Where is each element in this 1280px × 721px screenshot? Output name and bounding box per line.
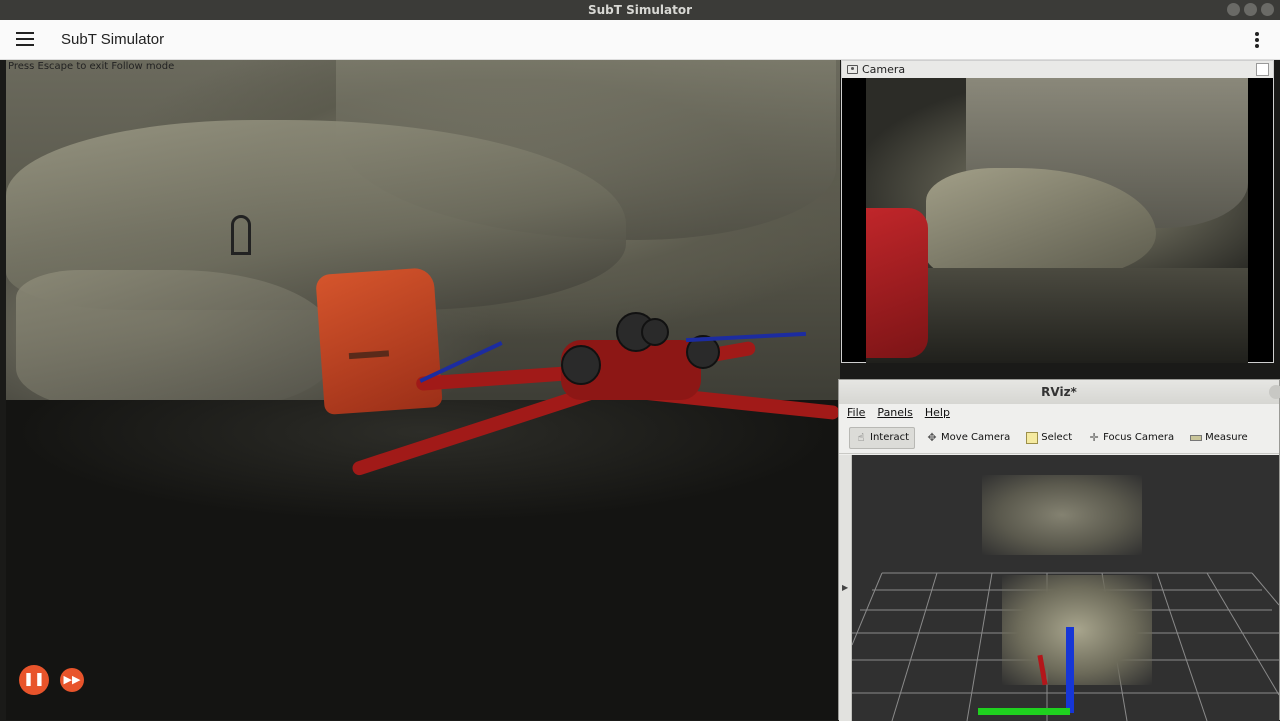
camera-panel-header: Camera [842, 61, 1273, 78]
point-cloud [1002, 575, 1152, 685]
backpack-handle [231, 215, 251, 255]
rviz-close-button[interactable] [1269, 385, 1280, 399]
close-button[interactable] [1261, 3, 1274, 16]
drone-rotor [561, 345, 601, 385]
menu-help[interactable]: Help [925, 404, 950, 422]
tool-measure[interactable]: Measure [1185, 428, 1253, 447]
camera-icon [847, 65, 858, 74]
tool-move-camera[interactable]: ✥ Move Camera [921, 428, 1015, 448]
cave-rock [16, 270, 336, 410]
drone-rotor [641, 318, 669, 346]
tool-interact[interactable]: ☝ Interact [849, 426, 916, 449]
app-title: SubT Simulator [61, 31, 165, 48]
drone-propeller [685, 331, 807, 343]
rviz-title: RViz* [1041, 385, 1077, 399]
app-bar: SubT Simulator [0, 20, 1280, 60]
pause-button[interactable]: ❚❚ [19, 665, 49, 695]
rviz-side-panel-toggle[interactable]: ▶ [839, 455, 852, 721]
tool-label: Interact [870, 432, 910, 443]
fast-forward-button[interactable]: ▶▶ [60, 668, 84, 692]
hand-icon: ☝ [857, 430, 865, 444]
maximize-button[interactable] [1244, 3, 1257, 16]
simulation-viewport[interactable]: Press Escape to exit Follow mode ❚❚ ▶▶ [6, 60, 840, 720]
minimize-button[interactable] [1227, 3, 1240, 16]
tool-label: Measure [1205, 432, 1248, 443]
ruler-icon [1190, 434, 1203, 441]
hamburger-menu-icon[interactable] [16, 32, 34, 48]
crosshair-icon: ✛ [1089, 430, 1099, 444]
tool-select[interactable]: Select [1021, 428, 1077, 448]
tool-focus-camera[interactable]: ✛ Focus Camera [1083, 428, 1179, 448]
move-icon: ✥ [927, 430, 937, 444]
backpack-in-camera [866, 208, 928, 358]
camera-feed [866, 78, 1248, 363]
backpack-artifact [315, 267, 443, 415]
tool-label: Move Camera [941, 432, 1011, 443]
rviz-titlebar: RViz* [839, 380, 1280, 404]
x-axis [978, 708, 1070, 715]
point-cloud [982, 475, 1142, 555]
window-title: SubT Simulator [587, 3, 693, 17]
select-icon [1026, 431, 1039, 444]
more-options-icon[interactable] [1254, 32, 1260, 48]
camera-panel-title: Camera [862, 63, 906, 76]
tool-label: Focus Camera [1103, 432, 1175, 443]
rviz-3d-view[interactable] [852, 455, 1279, 721]
rviz-menubar: File Panels Help [839, 404, 1279, 422]
expand-arrow-icon: ▶ [842, 583, 849, 592]
tool-label: Select [1041, 432, 1073, 443]
menu-panels[interactable]: Panels [877, 404, 912, 422]
follow-mode-hint: Press Escape to exit Follow mode [8, 61, 175, 72]
menu-file[interactable]: File [847, 404, 865, 422]
camera-panel-close-button[interactable] [1256, 63, 1269, 76]
rviz-toolbar: ☝ Interact ✥ Move Camera Select ✛ Focus … [839, 422, 1279, 454]
z-axis [1066, 627, 1074, 713]
window-titlebar: SubT Simulator [0, 0, 1280, 20]
rviz-window: RViz* File Panels Help ☝ Interact ✥ Move… [838, 379, 1280, 721]
camera-panel: Camera [841, 60, 1274, 363]
